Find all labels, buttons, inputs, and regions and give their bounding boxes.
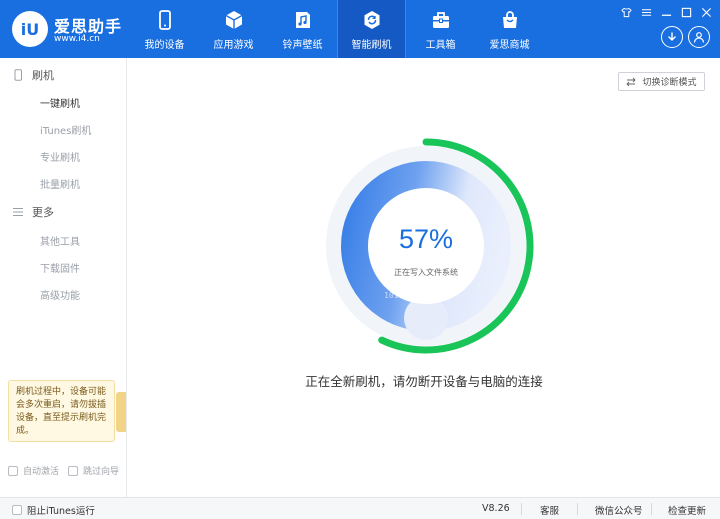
sidebar-section-more: 更多 [12, 204, 54, 220]
maximize-icon [681, 7, 691, 17]
maximize-button[interactable] [676, 4, 696, 20]
skin-button[interactable] [616, 4, 636, 20]
cube-icon [225, 11, 242, 29]
progress-percent: 57% [398, 224, 454, 254]
sidebar-item-advanced[interactable]: 高级功能 [40, 287, 80, 302]
app-url: www.i4.cn [54, 34, 100, 44]
nav-label: 智能刷机 [351, 40, 392, 51]
app-logo: iU 爱思助手 www.i4.cn [6, 7, 121, 51]
menu-button[interactable] [636, 4, 656, 20]
flash-tip-box: 刷机过程中，设备可能 会多次重启，请勿拔插 设备，直至提示刷机完 成。 [8, 380, 115, 442]
menu-icon [641, 8, 651, 16]
minimize-icon [661, 14, 671, 16]
checkbox-box[interactable] [12, 505, 22, 515]
window-controls [616, 4, 716, 20]
phone-outline-icon [14, 69, 22, 81]
tip-line: 成。 [16, 426, 35, 436]
nav-ringtones-wallpapers[interactable]: 铃声壁纸 [268, 0, 337, 58]
logo-badge-icon: iU [12, 11, 48, 47]
sidebar-item-one-click-flash[interactable]: 一键刷机 [40, 95, 80, 110]
sidebar-item-download-firmware[interactable]: 下载固件 [40, 260, 80, 275]
main-content: 切换诊断模式 0101010 101 10101 1010 57% 正在写入文件… [128, 58, 720, 497]
nav-label: 应用游戏 [213, 40, 254, 51]
user-icon [693, 32, 705, 43]
status-bar: 阻止iTunes运行 V8.26 客服 微信公众号 检查更新 [0, 497, 720, 519]
download-button[interactable] [661, 26, 683, 48]
nav-label: 铃声壁纸 [282, 40, 323, 51]
checkbox-label: 跳过向导 [83, 467, 120, 477]
music-icon [295, 12, 310, 28]
shop-bag-icon [502, 11, 517, 28]
diag-button-label: 切换诊断模式 [642, 78, 697, 88]
nav-smart-flash[interactable]: 智能刷机 [337, 0, 406, 58]
toolbox-icon [432, 12, 449, 28]
close-icon [701, 7, 711, 17]
close-button[interactable] [696, 4, 716, 20]
minimize-button[interactable] [656, 4, 676, 20]
sidebar-item-batch-flash[interactable]: 批量刷机 [40, 176, 80, 191]
progress-status: 正在写入文件系统 [394, 268, 458, 277]
skip-guide-checkbox[interactable]: 跳过向导 [68, 464, 119, 477]
tip-line: 设备，直至提示刷机完 [16, 413, 107, 423]
check-update-link[interactable]: 检查更新 [668, 503, 706, 517]
nav-apps-games[interactable]: 应用游戏 [199, 0, 268, 58]
sidebar: 刷机 一键刷机 iTunes刷机 专业刷机 批量刷机 更多 其他工具 下载固件 … [0, 58, 127, 497]
phone-icon [158, 10, 171, 30]
tip-line: 会多次重启，请勿拔插 [16, 400, 107, 410]
download-icon [668, 32, 676, 41]
nav-toolbox[interactable]: 工具箱 [406, 0, 475, 58]
customer-service-link[interactable]: 客服 [540, 503, 559, 517]
nav-my-device[interactable]: 我的设备 [130, 0, 199, 58]
sidebar-section-flash: 刷机 [12, 67, 54, 83]
checkbox-label: 阻止iTunes运行 [27, 506, 95, 517]
sidebar-item-pro-flash[interactable]: 专业刷机 [40, 149, 80, 164]
divider [521, 503, 522, 515]
nav-label: 爱思商城 [489, 40, 530, 51]
sidebar-item-itunes-flash[interactable]: iTunes刷机 [40, 122, 91, 137]
tip-collapse-handle[interactable] [116, 392, 126, 432]
sidebar-item-other-tools[interactable]: 其他工具 [40, 233, 80, 248]
nav-shop[interactable]: 爱思商城 [475, 0, 544, 58]
checkbox-label: 自动激活 [23, 467, 60, 477]
shirt-icon [620, 7, 632, 17]
tip-line: 刷机过程中，设备可能 [16, 387, 107, 397]
checkbox-box[interactable] [68, 465, 78, 476]
wechat-account-link[interactable]: 微信公众号 [595, 503, 643, 517]
swap-arrows-icon [626, 77, 637, 86]
flash-icon [364, 11, 379, 29]
nav-label: 工具箱 [425, 40, 456, 51]
divider [651, 503, 652, 515]
version-label: V8.26 [482, 503, 510, 514]
sidebar-section-label: 刷机 [32, 69, 54, 82]
auto-activate-checkbox[interactable]: 自动激活 [8, 464, 59, 477]
divider [577, 503, 578, 515]
main-nav: 我的设备 应用游戏 铃声壁纸 智能刷机 工具箱 爱思商城 [130, 0, 544, 58]
title-bar: iU 爱思助手 www.i4.cn 我的设备 应用游戏 铃声壁纸 智能刷机 工具… [0, 0, 720, 58]
block-itunes-checkbox[interactable]: 阻止iTunes运行 [12, 503, 95, 517]
user-account-button[interactable] [688, 26, 710, 48]
switch-diagnostic-mode-button[interactable]: 切换诊断模式 [618, 72, 705, 91]
flash-warning-message: 正在全新刷机，请勿断开设备与电脑的连接 [305, 374, 543, 389]
list-icon [13, 207, 23, 217]
checkbox-box[interactable] [8, 465, 18, 476]
sidebar-section-label: 更多 [32, 206, 54, 219]
nav-label: 我的设备 [144, 40, 185, 51]
